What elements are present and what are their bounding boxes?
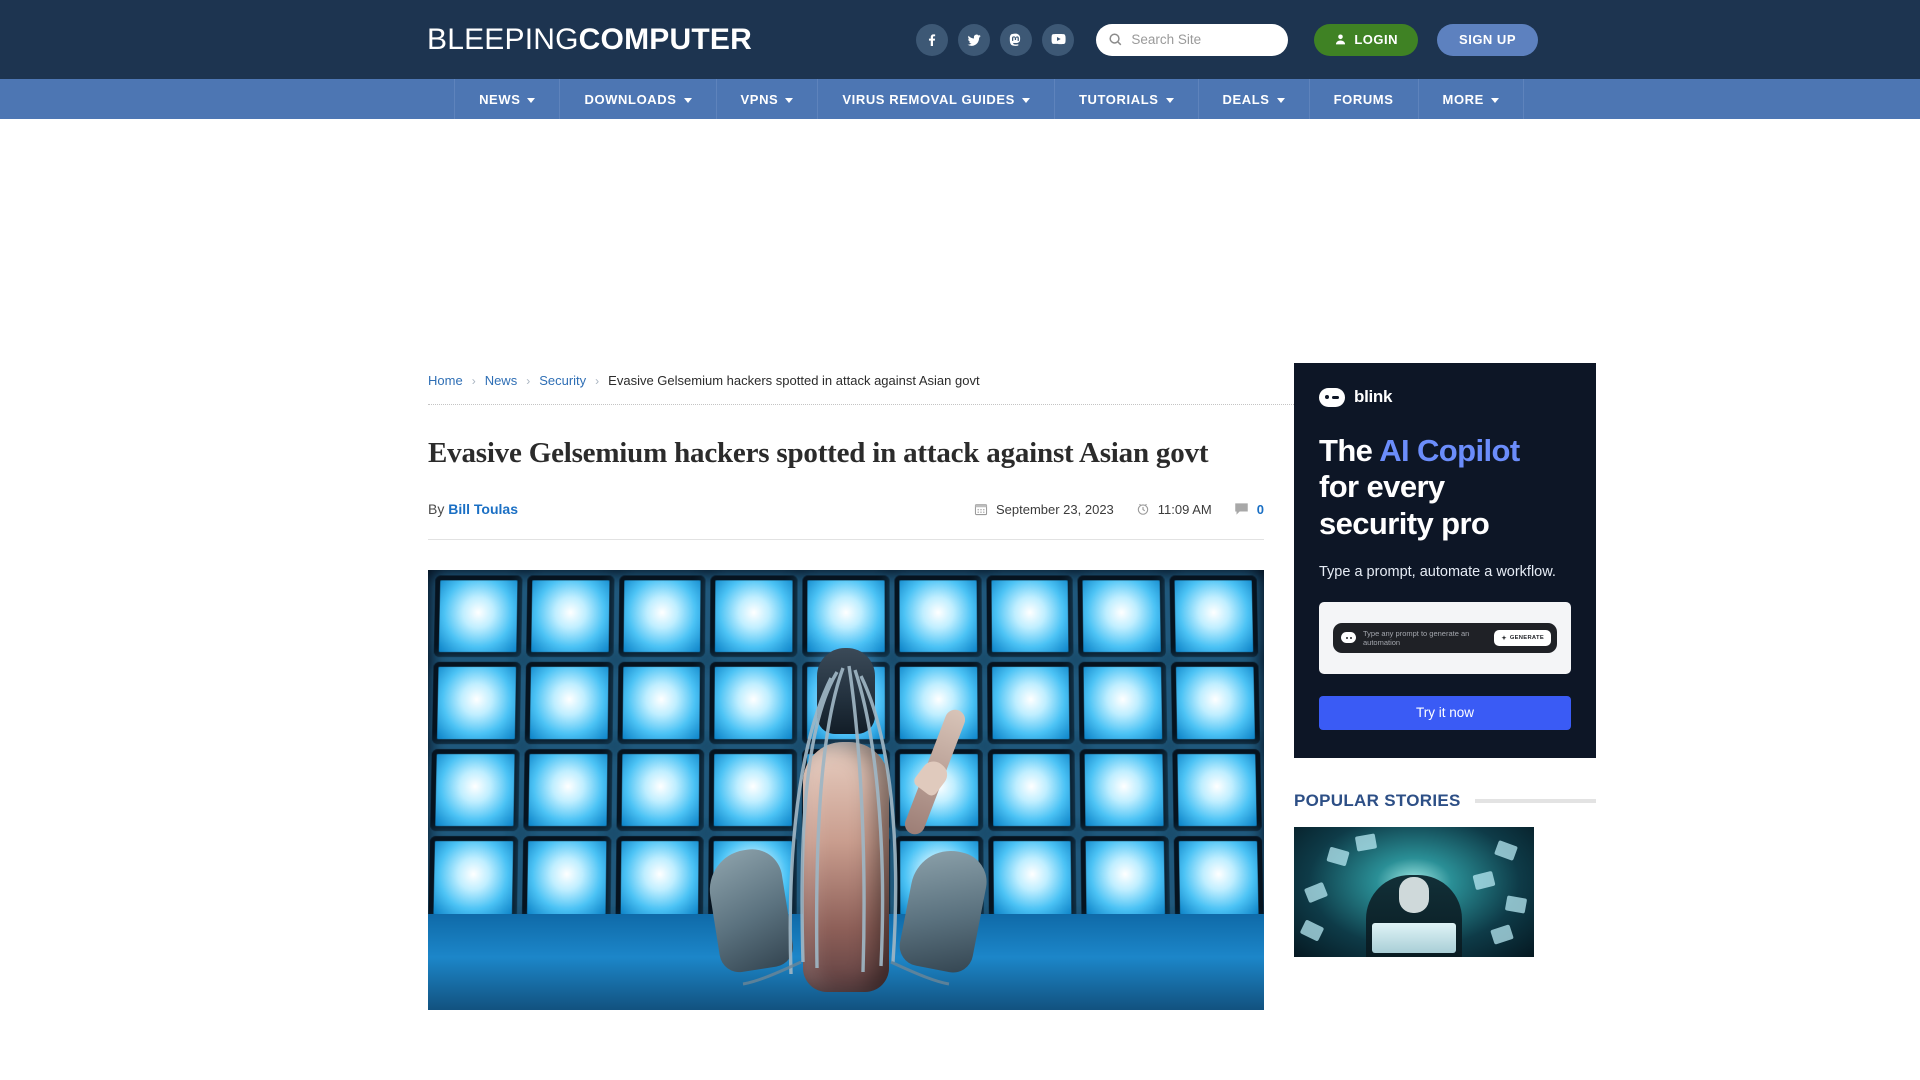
article-hero-image <box>428 570 1264 1010</box>
blink-subtitle: Type a prompt, automate a workflow. <box>1319 563 1556 580</box>
popular-story-thumbnail[interactable] <box>1294 826 1534 957</box>
cyborg-figure <box>704 632 992 992</box>
site-logo[interactable]: BLEEPINGCOMPUTER <box>427 23 752 57</box>
comment-icon <box>1235 503 1248 515</box>
search-box[interactable] <box>1096 23 1289 56</box>
breadcrumb-item-security[interactable]: Security <box>539 373 586 388</box>
login-button[interactable]: LOGIN <box>1314 23 1419 56</box>
nav-item-downloads[interactable]: DOWNLOADS <box>560 79 717 119</box>
nav-item-vpns[interactable]: VPNS <box>717 79 819 119</box>
chevron-down-icon <box>1021 97 1030 103</box>
byline-prefix: By <box>428 501 445 517</box>
facebook-icon[interactable] <box>916 23 949 56</box>
popular-stories-title: POPULAR STORIES <box>1294 790 1461 810</box>
clock-icon <box>1137 503 1149 515</box>
main-navigation: NEWS DOWNLOADS VPNS VIRUS REMOVAL GUIDES… <box>0 79 1920 119</box>
breadcrumb-current: Evasive Gelsemium hackers spotted in att… <box>608 373 980 388</box>
mastodon-icon[interactable] <box>1000 23 1033 56</box>
chevron-down-icon <box>527 97 536 103</box>
calendar-icon <box>974 504 988 516</box>
blink-headline-accent: AI Copilot <box>1379 433 1520 468</box>
nav-label: VIRUS REMOVAL GUIDES <box>842 91 1015 107</box>
blink-brand-name: blink <box>1354 387 1393 406</box>
chevron-down-icon <box>1165 97 1174 103</box>
blink-demo-panel: Type any prompt to generate an automatio… <box>1319 601 1571 674</box>
nav-label: DEALS <box>1222 91 1270 107</box>
blink-headline-line3: security pro <box>1319 505 1490 541</box>
nav-item-news[interactable]: NEWS <box>454 79 561 119</box>
chevron-down-icon <box>1490 97 1499 103</box>
blink-brand: blink <box>1319 387 1571 407</box>
nav-label: DOWNLOADS <box>584 91 677 107</box>
search-icon <box>1109 33 1122 46</box>
user-icon <box>1336 34 1346 45</box>
login-label: LOGIN <box>1354 32 1399 47</box>
blink-cta-button[interactable]: Try it now <box>1319 695 1571 730</box>
blink-generate-label: GENERATE <box>1509 634 1544 641</box>
publish-date: September 23, 2023 <box>974 502 1114 517</box>
nav-item-deals[interactable]: DEALS <box>1199 79 1310 119</box>
breadcrumb-separator-icon: › <box>471 373 476 388</box>
publish-time-text: 11:09 AM <box>1157 501 1212 517</box>
blink-cta-label: Try it now <box>1415 705 1474 721</box>
signup-label: SIGN UP <box>1459 32 1516 47</box>
nav-label: TUTORIALS <box>1078 91 1159 107</box>
popular-stories-rule <box>1474 798 1596 803</box>
chevron-down-icon <box>1276 97 1285 103</box>
signup-button[interactable]: SIGN UP <box>1437 23 1538 56</box>
nav-label: FORUMS <box>1333 91 1394 107</box>
chevron-down-icon <box>785 97 794 103</box>
sparkle-icon <box>1501 635 1507 641</box>
nav-item-forums[interactable]: FORUMS <box>1310 79 1419 119</box>
sidebar-ad-blink[interactable]: blink The AI Copilot for every security … <box>1294 363 1596 758</box>
breadcrumb-separator-icon: › <box>595 373 600 388</box>
comment-count: 0 <box>1256 501 1264 517</box>
breadcrumb-item-news[interactable]: News <box>485 373 518 388</box>
search-input[interactable] <box>1131 32 1277 47</box>
blink-generate-button[interactable]: GENERATE <box>1493 629 1551 646</box>
logo-text-bold: COMPUTER <box>578 22 752 56</box>
blink-prompt-logo-icon <box>1341 632 1356 644</box>
nav-label: NEWS <box>479 91 521 107</box>
blink-logo-icon <box>1319 387 1345 407</box>
blink-headline-line2: for every <box>1319 469 1445 505</box>
blink-prompt-placeholder: Type any prompt to generate an automatio… <box>1363 628 1470 647</box>
site-header: BLEEPINGCOMPUTER LOGIN <box>0 0 1920 79</box>
nav-item-tutorials[interactable]: TUTORIALS <box>1055 79 1199 119</box>
nav-label: VPNS <box>740 91 779 107</box>
chevron-down-icon <box>683 97 692 103</box>
breadcrumb: Home › News › Security › Evasive Gelsemi… <box>428 373 980 388</box>
popular-stories-header: POPULAR STORIES <box>1294 791 1596 811</box>
youtube-icon[interactable] <box>1042 23 1075 56</box>
publish-date-text: September 23, 2023 <box>995 501 1114 517</box>
breadcrumb-separator-icon: › <box>526 373 531 388</box>
logo-text-light: BLEEPING <box>427 22 579 56</box>
blink-prompt-bar[interactable]: Type any prompt to generate an automatio… <box>1333 622 1557 653</box>
blink-headline-line1: The <box>1319 433 1380 468</box>
twitter-icon[interactable] <box>958 23 991 56</box>
nav-label: MORE <box>1442 91 1484 107</box>
publish-time: 11:09 AM <box>1136 502 1212 517</box>
top-ad-slot <box>0 119 1920 359</box>
page-title: Evasive Gelsemium hackers spotted in att… <box>428 437 1209 469</box>
comment-count-group[interactable]: 0 <box>1234 502 1264 517</box>
breadcrumb-item-home[interactable]: Home <box>428 373 463 388</box>
cable-bundle <box>742 665 950 986</box>
blink-headline: The AI Copilot for every security pro <box>1319 433 1571 542</box>
author-link[interactable]: Bill Toulas <box>448 501 518 517</box>
nav-item-more[interactable]: MORE <box>1419 79 1524 119</box>
nav-item-virus-removal-guides[interactable]: VIRUS REMOVAL GUIDES <box>818 79 1055 119</box>
